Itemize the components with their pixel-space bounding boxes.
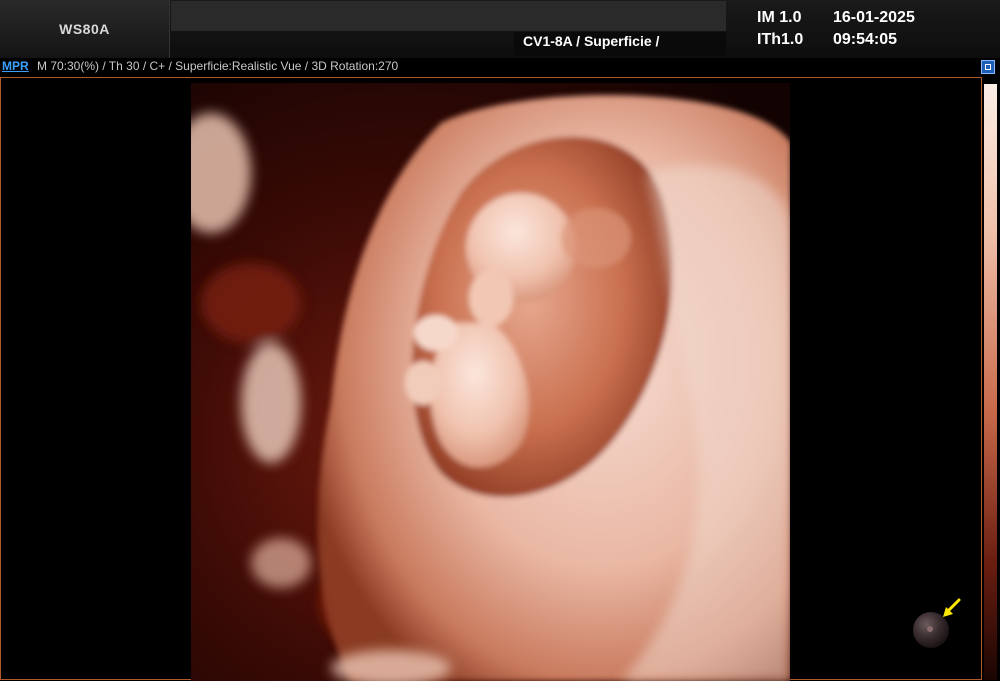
exam-date: 16-01-2025 [833, 9, 915, 26]
system-logo-box: WS80A [0, 0, 170, 58]
ith-value: ITh1.0 [757, 31, 804, 48]
3d-render-image [191, 83, 790, 681]
mpr-tab[interactable]: MPR [2, 59, 29, 73]
im-value: IM 1.0 [757, 9, 802, 26]
fetal-render-svg [191, 83, 790, 681]
patient-info-box [171, 1, 726, 31]
system-name: WS80A [59, 21, 110, 37]
square-button-icon[interactable] [981, 60, 995, 74]
render-viewport[interactable] [0, 77, 982, 681]
yellow-arrow-icon [943, 598, 961, 617]
exam-time: 09:54:05 [833, 31, 898, 48]
view-toggle-glyph [985, 64, 991, 70]
header-bar: WS80A CV1-8A / Superficie / IM 1.0 ITh1.… [0, 0, 1000, 58]
render-parameters: M 70:30(%) / Th 30 / C+ / Superficie:Rea… [37, 59, 399, 73]
probe-preset: CV1-8A / Superficie / [523, 33, 660, 49]
color-scale-bar [984, 84, 997, 680]
parameter-bar: MPR M 70:30(%) / Th 30 / C+ / Superficie… [0, 58, 1000, 76]
orientation-ball-marker [927, 626, 933, 632]
